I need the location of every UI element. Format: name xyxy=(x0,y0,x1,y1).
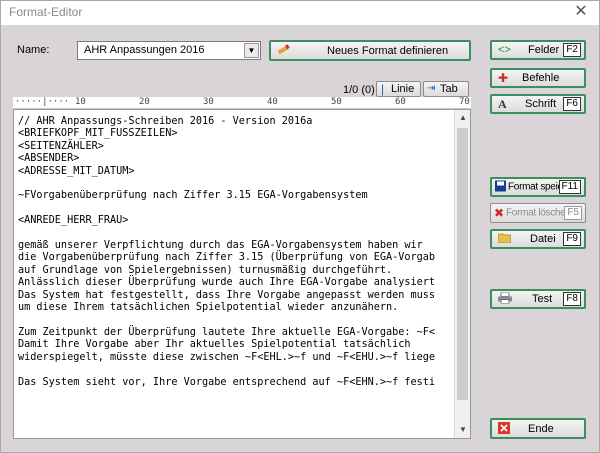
editor-line[interactable]: auf Grundlage von Spielergebnissen) turn… xyxy=(18,265,392,276)
chevron-down-icon[interactable]: ▼ xyxy=(244,43,259,58)
editor-line[interactable]: die Vorgabenüberprüfung nach Ziffer 3.15… xyxy=(18,252,435,263)
editor-line[interactable]: <ANREDE_HERR_FRAU> xyxy=(18,215,128,226)
tab-button-label: Tab xyxy=(440,83,458,95)
ruler-tick: 40 xyxy=(267,97,278,107)
delete-format-button[interactable]: ✖ Format löschen F5 xyxy=(490,203,586,223)
editor-line[interactable]: // AHR Anpassungs-Schreiben 2016 - Versi… xyxy=(18,116,312,127)
tab-arrow-icon: ⇥ xyxy=(427,83,436,94)
format-name-value: AHR Anpassungen 2016 xyxy=(84,44,205,56)
window-title: Format-Editor xyxy=(9,5,83,19)
ruler-tick: 60 xyxy=(395,97,406,107)
delete-x-icon: ✖ xyxy=(494,206,505,220)
editor-line[interactable]: Damit Ihre Vorgabe aber Ihr aktuelles Sp… xyxy=(18,339,411,350)
editor-line[interactable]: <BRIEFKOPF_MIT_FUSSZEILEN> xyxy=(18,128,177,139)
editor-content[interactable]: // AHR Anpassungs-Schreiben 2016 - Versi… xyxy=(14,110,452,389)
editor-line[interactable]: <ADRESSE_MIT_DATUM> xyxy=(18,166,135,177)
ruler-tick: 50 xyxy=(331,97,342,107)
ruler-tick: 20 xyxy=(139,97,150,107)
end-label: Ende xyxy=(528,422,554,435)
commands-button[interactable]: ✚ Befehle xyxy=(490,68,586,88)
font-button[interactable]: A Schrift F6 xyxy=(490,94,586,114)
new-format-button[interactable]: Neues Format definieren xyxy=(269,40,471,61)
shortcut-f9: F9 xyxy=(563,232,581,246)
commands-label: Befehle xyxy=(522,72,560,84)
shortcut-f6: F6 xyxy=(563,97,581,111)
printer-icon xyxy=(498,292,512,306)
diamond-arrows-icon: <> xyxy=(498,44,511,56)
editor-line[interactable]: <ABSENDER> xyxy=(18,153,79,164)
test-label: Test xyxy=(532,293,553,305)
editor-line[interactable]: widerspiegelt, müsste diese zwischen ~F<… xyxy=(18,352,435,363)
delete-format-label: Format löschen xyxy=(506,207,566,219)
shortcut-f2: F2 xyxy=(563,43,581,57)
editor-line[interactable]: Das System hat festgestellt, dass Ihre V… xyxy=(18,290,435,301)
shortcut-f11: F11 xyxy=(558,180,581,194)
line-button[interactable]: | Linie xyxy=(376,81,421,97)
editor-line[interactable]: ~FVorgabenüberprüfung nach Ziffer 3.15 E… xyxy=(18,190,368,201)
plus-icon: ✚ xyxy=(498,71,509,85)
new-format-label: Neues Format definieren xyxy=(327,44,449,57)
column-ruler: ·····|···· 10 20 30 40 50 60 70 xyxy=(13,97,471,109)
scroll-up-icon[interactable]: ▲ xyxy=(455,110,470,126)
pencil-icon xyxy=(277,43,291,58)
floppy-disk-icon xyxy=(495,180,506,194)
editor-line[interactable]: Zum Zeitpunkt der Überprüfung lautete Ih… xyxy=(18,327,435,338)
editor-line[interactable]: gemäß unserer Verpflichtung durch das EG… xyxy=(18,240,423,251)
cursor-bar-icon: | xyxy=(381,82,385,96)
editor-line[interactable]: Anlässlich dieser Überprüfung wurde auch… xyxy=(18,277,435,288)
save-format-button[interactable]: Format speichern F11 xyxy=(490,177,586,197)
ruler-tick: 10 xyxy=(75,97,86,107)
position-status: 1/0 (0) xyxy=(343,84,375,96)
format-editor-window: Format-Editor ✕ Name: AHR Anpassungen 20… xyxy=(0,0,600,453)
ruler-tick: 30 xyxy=(203,97,214,107)
tab-button[interactable]: ⇥ Tab xyxy=(423,81,469,97)
editor-line[interactable]: <SEITENZÄHLER> xyxy=(18,141,104,152)
exit-icon xyxy=(498,421,510,436)
fields-label: Felder xyxy=(528,44,560,56)
end-button[interactable]: Ende xyxy=(490,418,586,439)
test-button[interactable]: Test F8 xyxy=(490,289,586,309)
vertical-scrollbar[interactable]: ▲ ▼ xyxy=(454,110,470,438)
line-button-label: Linie xyxy=(391,83,415,95)
format-name-select[interactable]: AHR Anpassungen 2016 ▼ xyxy=(77,41,261,60)
ruler-tick: 70 xyxy=(459,97,470,107)
shortcut-f8: F8 xyxy=(563,292,581,306)
font-label: Schrift xyxy=(525,98,557,110)
ruler-dots: ·····|···· xyxy=(15,97,70,107)
fields-button[interactable]: <> Felder F2 xyxy=(490,40,586,60)
editor-line[interactable]: um diese Ihrem tatsächlichen Spielpotent… xyxy=(18,302,398,313)
close-icon[interactable]: ✕ xyxy=(573,3,589,21)
scrollbar-thumb[interactable] xyxy=(457,128,468,400)
title-bar: Format-Editor ✕ xyxy=(1,1,599,25)
font-a-icon: A xyxy=(498,97,507,111)
save-format-label: Format speichern xyxy=(508,181,564,193)
editor-line[interactable]: Das System sieht vor, Ihre Vorgabe entsp… xyxy=(18,377,435,388)
folder-icon xyxy=(497,233,512,245)
name-label: Name: xyxy=(17,44,50,56)
shortcut-f5: F5 xyxy=(564,206,582,220)
scroll-down-icon[interactable]: ▼ xyxy=(455,422,470,438)
format-text-editor[interactable]: // AHR Anpassungs-Schreiben 2016 - Versi… xyxy=(13,109,471,439)
file-button[interactable]: Datei F9 xyxy=(490,229,586,249)
file-label: Datei xyxy=(530,233,556,245)
